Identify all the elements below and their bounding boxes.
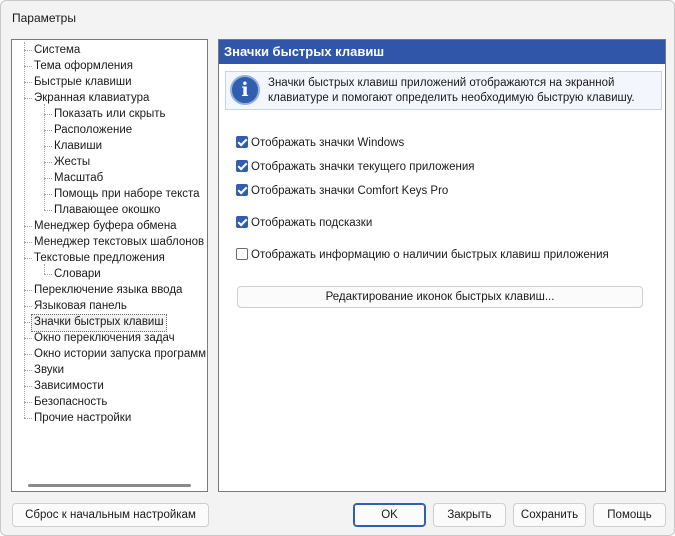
edit-shortcut-icons-button[interactable]: Редактирование иконок быстрых клавиш... — [237, 286, 643, 308]
tree-guide-line — [24, 354, 32, 355]
tree-horizontal-scrollbar[interactable] — [28, 484, 191, 487]
tree-guide-line — [44, 146, 52, 147]
checkbox-label: Отображать информацию о наличии быстрых … — [251, 249, 609, 261]
checkbox-label: Отображать значки Windows — [251, 137, 405, 149]
window-title: Параметры — [12, 11, 76, 25]
ok-button[interactable]: OK — [353, 503, 426, 527]
tree-guide-line — [24, 402, 32, 403]
settings-tree[interactable]: Система Тема оформления Быстрые клавиши Экр… — [11, 39, 208, 492]
tree-guide-line — [24, 98, 32, 99]
checkbox-icon[interactable] — [236, 160, 248, 172]
tree-item[interactable]: Экранная клавиатура — [34, 90, 149, 106]
checkbox-icon[interactable] — [236, 248, 248, 260]
tree-item[interactable]: Система — [34, 42, 80, 58]
tree-item[interactable]: Окно переключения задач — [34, 330, 175, 346]
save-button[interactable]: Сохранить — [513, 503, 586, 527]
tree-guide-line — [44, 178, 52, 179]
tree-item[interactable]: Жесты — [54, 154, 90, 170]
checkbox-icon[interactable] — [236, 216, 248, 228]
checkbox-label: Отображать значки Comfort Keys Pro — [251, 185, 449, 197]
tree-item[interactable]: Расположение — [54, 122, 132, 138]
tree-item[interactable]: Быстрые клавиши — [34, 74, 132, 90]
tree-item[interactable]: Показать или скрыть — [54, 106, 166, 122]
tree-item[interactable]: Тема оформления — [34, 58, 133, 74]
settings-window: Параметры Система Тема оформления Быстрые … — [0, 0, 675, 536]
panel-title: Значки быстрых клавиш — [219, 40, 665, 64]
checkbox-icon[interactable] — [236, 136, 248, 148]
tree-item[interactable]: Звуки — [34, 362, 64, 378]
settings-panel: Значки быстрых клавиш i Значки быстрых к… — [218, 39, 666, 492]
reset-defaults-button[interactable]: Сброс к начальным настройкам — [12, 503, 209, 527]
tree-item[interactable]: Текстовые предложения — [34, 250, 165, 266]
tree-guide-line — [24, 370, 32, 371]
info-text: Значки быстрых клавиш приложений отображ… — [268, 77, 635, 104]
tree-guide-line — [24, 386, 32, 387]
checkbox-show-shortcut-info[interactable]: Отображать информацию о наличии быстрых … — [236, 248, 609, 262]
checkbox-label: Отображать значки текущего приложения — [251, 161, 475, 173]
checkbox-show-app-icons[interactable]: Отображать значки текущего приложения — [236, 160, 475, 174]
tree-item[interactable]: Менеджер текстовых шаблонов — [34, 234, 204, 250]
tree-guide-line — [24, 242, 32, 243]
tree-guide-line — [24, 306, 32, 307]
tree-item[interactable]: Менеджер буфера обмена — [34, 218, 177, 234]
tree-guide-line — [44, 194, 52, 195]
checkbox-show-tooltips[interactable]: Отображать подсказки — [236, 216, 372, 230]
info-box: i Значки быстрых клавиш приложений отобр… — [225, 71, 662, 110]
tree-item[interactable]: Помощь при наборе текста — [54, 186, 200, 202]
info-icon: i — [230, 75, 260, 105]
tree-item[interactable]: Переключение языка ввода — [34, 282, 182, 298]
close-button[interactable]: Закрыть — [433, 503, 506, 527]
tree-guide-line — [24, 290, 32, 291]
tree-guide-line — [44, 114, 52, 115]
checkbox-show-windows-icons[interactable]: Отображать значки Windows — [236, 136, 404, 150]
tree-guide-line — [24, 66, 32, 67]
tree-guide-line — [24, 226, 32, 227]
tree-item[interactable]: Плавающее окошко — [54, 202, 160, 218]
tree-item[interactable]: Масштаб — [54, 170, 103, 186]
tree-item[interactable]: Словари — [54, 266, 101, 282]
tree-item[interactable]: Зависимости — [34, 378, 104, 394]
tree-guide-line — [24, 338, 32, 339]
tree-guide-line — [24, 258, 32, 259]
tree-guide-line — [44, 130, 52, 131]
checkbox-icon[interactable] — [236, 184, 248, 196]
tree-guide-line — [24, 50, 32, 51]
tree-guide-line — [24, 418, 32, 419]
tree-guide-line — [44, 210, 52, 211]
tree-guide-line — [44, 274, 52, 275]
checkbox-label: Отображать подсказки — [251, 217, 373, 229]
tree-guide-line — [44, 162, 52, 163]
help-button[interactable]: Помощь — [593, 503, 666, 527]
tree-item[interactable]: Безопасность — [34, 394, 107, 410]
tree-item[interactable]: Языковая панель — [34, 298, 127, 314]
tree-item[interactable]: Прочие настройки — [34, 410, 131, 426]
tree-item[interactable]: Окно истории запуска программ — [34, 346, 206, 362]
tree-guide-line — [24, 82, 32, 83]
tree-item[interactable]: Клавиши — [54, 138, 102, 154]
checkbox-show-comfort-keys-icons[interactable]: Отображать значки Comfort Keys Pro — [236, 184, 448, 198]
